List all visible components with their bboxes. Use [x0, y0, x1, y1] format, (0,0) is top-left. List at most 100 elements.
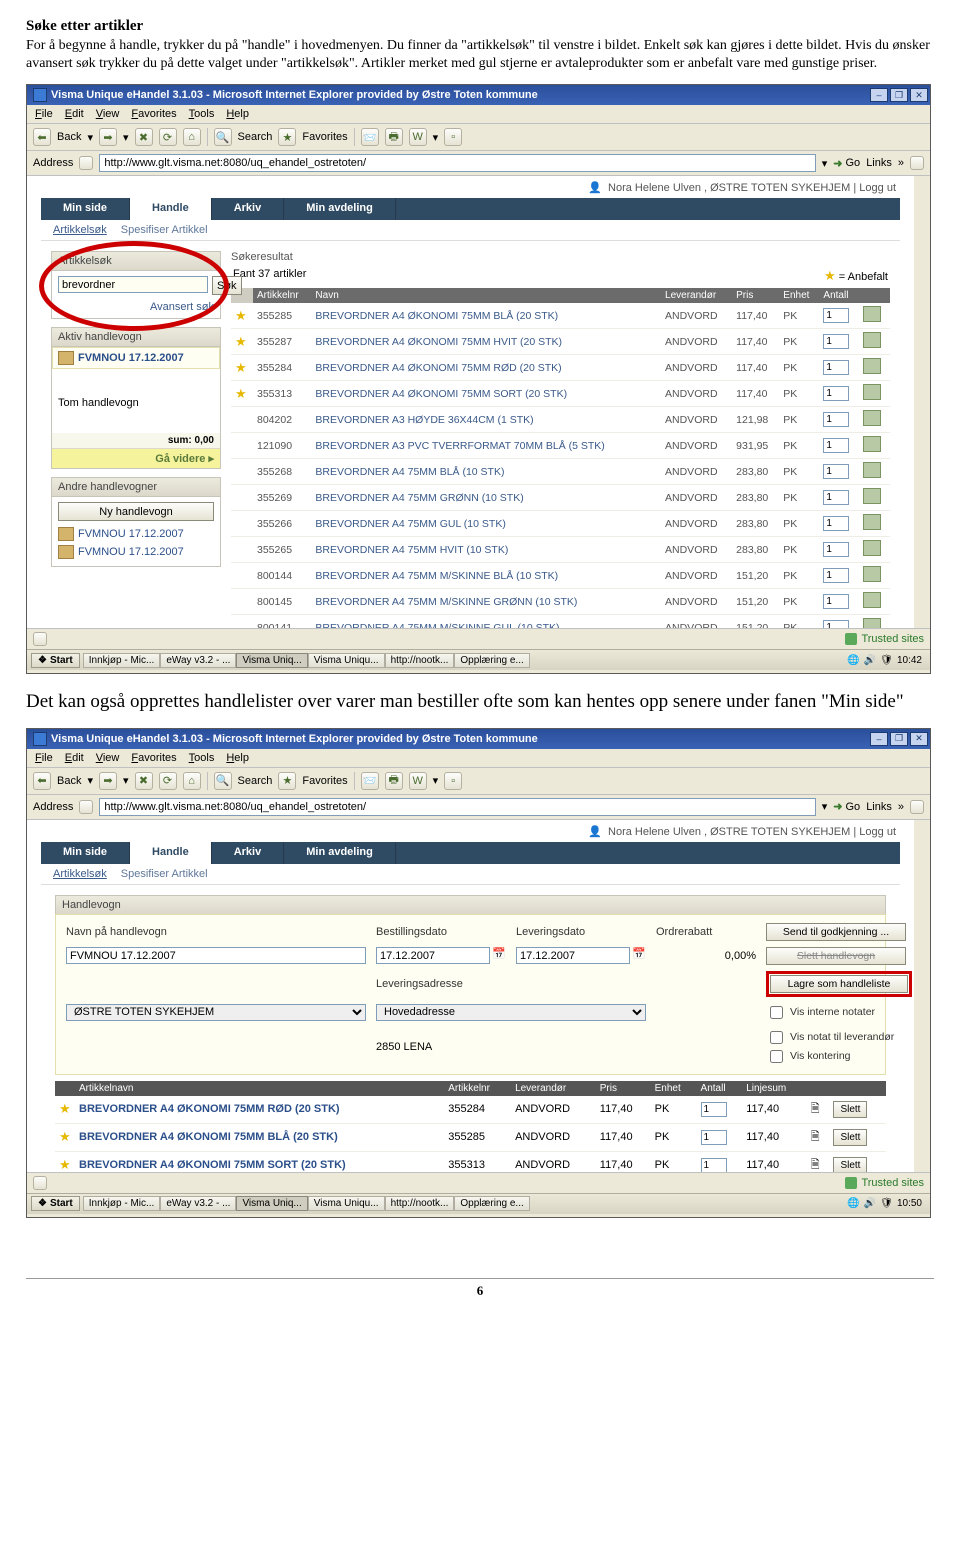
artno-cell[interactable]: 355269	[253, 485, 311, 511]
other-cart-item[interactable]: FVMNOU 17.12.2007	[58, 525, 214, 543]
qty-input[interactable]	[823, 542, 849, 557]
qty-input[interactable]	[701, 1158, 727, 1172]
advanced-search-link[interactable]: Avansert søk	[58, 301, 214, 313]
back-icon[interactable]: ⬅	[33, 128, 51, 146]
subtab-spesifiser[interactable]: Spesifiser Artikkel	[121, 224, 208, 236]
name-cell[interactable]: BREVORDNER A4 75MM M/SKINNE GUL (10 STK)	[311, 615, 661, 629]
orderdate-input[interactable]	[376, 947, 490, 964]
tray-icon[interactable]: 🌐	[847, 655, 859, 666]
back-dropdown-icon[interactable]: ▾	[87, 131, 93, 144]
close-button[interactable]: ✕	[910, 732, 928, 746]
favorites-icon[interactable]: ★	[278, 128, 296, 146]
menu-view[interactable]: View	[96, 752, 120, 764]
back-label[interactable]: Back	[57, 775, 81, 787]
col-artno[interactable]: Artikkelnr	[253, 288, 311, 303]
extra-icon[interactable]: ▫	[444, 128, 462, 146]
back-dropdown-icon[interactable]: ▾	[87, 774, 93, 787]
artno-cell[interactable]: 355313	[253, 381, 311, 407]
tray-icon[interactable]: 🔊	[864, 655, 876, 666]
active-cart-entry[interactable]: FVMNOU 17.12.2007	[52, 347, 220, 369]
taskbar-task[interactable]: eWay v3.2 - ...	[160, 1196, 236, 1211]
artno-cell[interactable]: 800145	[253, 589, 311, 615]
name-cell[interactable]: BREVORDNER A3 HØYDE 36X44CM (1 STK)	[311, 407, 661, 433]
maximize-button[interactable]: ❐	[890, 88, 908, 102]
qty-input[interactable]	[701, 1130, 727, 1145]
forward-icon[interactable]: ➡	[99, 772, 117, 790]
new-cart-button[interactable]: Ny handlevogn	[58, 502, 214, 521]
artno-cell[interactable]: 804202	[253, 407, 311, 433]
add-to-cart-icon[interactable]	[863, 514, 881, 530]
logout-link[interactable]: Logg ut	[859, 826, 896, 838]
add-to-cart-icon[interactable]	[863, 332, 881, 348]
go-button[interactable]: ➜Go	[833, 157, 860, 170]
address-input[interactable]	[99, 154, 815, 172]
artno-cell[interactable]: 355284	[253, 355, 311, 381]
favorites-label[interactable]: Favorites	[302, 131, 347, 143]
tray-icon[interactable]: 🛡	[880, 655, 893, 666]
col-unit[interactable]: Enhet	[651, 1081, 697, 1096]
scrollbar-thumb[interactable]	[914, 194, 930, 264]
search-input[interactable]	[58, 276, 208, 293]
qty-input[interactable]	[823, 308, 849, 323]
qty-input[interactable]	[823, 568, 849, 583]
chk-internal[interactable]	[770, 1006, 783, 1019]
print-icon[interactable]: 🖶	[385, 128, 403, 146]
name-cell[interactable]: BREVORDNER A4 ØKONOMI 75MM HVIT (20 STK)	[311, 329, 661, 355]
address-input[interactable]	[99, 798, 815, 816]
note-icon[interactable]: 🗎	[811, 1159, 820, 1171]
col-qty[interactable]: Antall	[819, 288, 859, 303]
chk-accounting[interactable]	[770, 1050, 783, 1063]
start-button[interactable]: ❖Start	[31, 1196, 80, 1211]
name-cell[interactable]: BREVORDNER A3 PVC TVERRFORMAT 70MM BLÅ (…	[311, 433, 661, 459]
links-chevron-icon[interactable]: »	[898, 157, 904, 169]
qty-input[interactable]	[823, 464, 849, 479]
start-button[interactable]: ❖Start	[31, 653, 80, 668]
taskbar-task[interactable]: eWay v3.2 - ...	[160, 653, 236, 668]
add-to-cart-icon[interactable]	[863, 462, 881, 478]
back-icon[interactable]: ⬅	[33, 772, 51, 790]
name-cell[interactable]: BREVORDNER A4 75MM M/SKINNE BLÅ (10 STK)	[311, 563, 661, 589]
add-to-cart-icon[interactable]	[863, 410, 881, 426]
search-icon[interactable]: 🔍	[214, 772, 232, 790]
search-label[interactable]: Search	[238, 131, 273, 143]
add-to-cart-icon[interactable]	[863, 488, 881, 504]
note-icon[interactable]: 🗎	[811, 1131, 820, 1143]
word-icon[interactable]: W	[409, 128, 427, 146]
col-name[interactable]: Artikkelnavn	[75, 1081, 444, 1096]
logout-link[interactable]: Logg ut	[859, 182, 896, 194]
name-cell[interactable]: BREVORDNER A4 ØKONOMI 75MM RØD (20 STK)	[311, 355, 661, 381]
add-to-cart-icon[interactable]	[863, 566, 881, 582]
history-icon[interactable]: 📨	[361, 772, 379, 790]
tab-minavdeling[interactable]: Min avdeling	[284, 842, 396, 864]
menu-view[interactable]: View	[96, 108, 120, 120]
favorites-label[interactable]: Favorites	[302, 775, 347, 787]
search-icon[interactable]: 🔍	[214, 128, 232, 146]
qty-input[interactable]	[823, 386, 849, 401]
home-icon[interactable]: ⌂	[183, 772, 201, 790]
col-qty[interactable]: Antall	[697, 1081, 743, 1096]
address-dropdown-icon[interactable]: ▾	[822, 800, 828, 813]
artno-cell[interactable]: 355266	[253, 511, 311, 537]
col-price[interactable]: Pris	[732, 288, 779, 303]
subtab-artikkelsok[interactable]: Artikkelsøk	[53, 868, 107, 880]
qty-input[interactable]	[823, 360, 849, 375]
search-button[interactable]: Søk	[212, 276, 242, 295]
address-dropdown-icon[interactable]: ▾	[822, 157, 828, 170]
go-button[interactable]: ➜Go	[833, 800, 860, 813]
menu-file[interactable]: File	[35, 108, 53, 120]
maximize-button[interactable]: ❐	[890, 732, 908, 746]
cartname-input[interactable]	[66, 947, 366, 964]
tray-icon[interactable]: 🔊	[864, 1198, 876, 1209]
favorites-icon[interactable]: ★	[278, 772, 296, 790]
forward-icon[interactable]: ➡	[99, 128, 117, 146]
artno-cell[interactable]: 355265	[253, 537, 311, 563]
word-dropdown-icon[interactable]: ▾	[433, 131, 439, 144]
menu-help[interactable]: Help	[226, 752, 249, 764]
taskbar-task[interactable]: http://nootk...	[385, 1196, 455, 1211]
address-select[interactable]: Hovedadresse	[376, 1004, 646, 1021]
menu-tools[interactable]: Tools	[189, 752, 215, 764]
delete-line-button[interactable]: Slett	[833, 1129, 867, 1146]
taskbar-task[interactable]: Innkjøp - Mic...	[83, 653, 161, 668]
qty-input[interactable]	[823, 594, 849, 609]
forward-dropdown-icon[interactable]: ▾	[123, 131, 129, 144]
